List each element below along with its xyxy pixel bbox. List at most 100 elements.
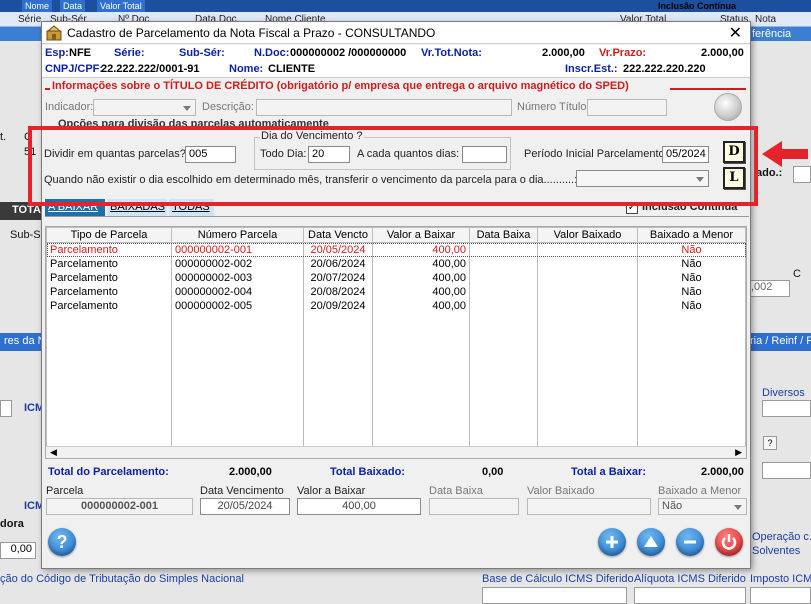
cell bbox=[469, 284, 538, 299]
bg-field[interactable] bbox=[762, 400, 811, 417]
descricao-field[interactable] bbox=[256, 99, 512, 116]
cell: Não bbox=[637, 256, 746, 271]
valor-baixar-field[interactable]: 400,00 bbox=[297, 498, 421, 515]
bg-tab-valor-total[interactable]: Valor Total bbox=[97, 0, 145, 12]
table-row[interactable]: Parcelamento 000000002-003 20/07/2024 40… bbox=[46, 270, 746, 285]
cnpj-value: 22.222.222/0001-91 bbox=[101, 63, 200, 75]
section-rule bbox=[45, 88, 50, 90]
bg-tab-nome[interactable]: Nome bbox=[22, 0, 53, 12]
col-tipo[interactable]: Tipo de Parcela bbox=[46, 227, 172, 243]
cell: Não bbox=[637, 298, 746, 313]
bg-tab-data[interactable]: Data bbox=[60, 0, 86, 12]
app-icon bbox=[46, 25, 62, 41]
bg-field[interactable]: ,002 bbox=[750, 280, 790, 297]
indicador-label: Indicador: bbox=[45, 101, 94, 113]
cell bbox=[469, 242, 538, 257]
table-row[interactable]: Parcelamento 000000002-001 20/05/2024 40… bbox=[46, 242, 746, 257]
delete-button[interactable] bbox=[676, 528, 704, 556]
plus-icon bbox=[606, 536, 618, 548]
bg-tab-right[interactable]: ria / Reinf / R bbox=[750, 333, 811, 351]
lookup-icon[interactable] bbox=[714, 93, 742, 121]
cell bbox=[537, 298, 638, 313]
inscr-label: Inscr.Est.: bbox=[565, 63, 618, 75]
doc-header-2: CNPJ/CPF: 22.222.222/0001-91 Nome: CLIEN… bbox=[42, 62, 750, 78]
edit-button[interactable] bbox=[637, 528, 665, 556]
dialog-title-bar[interactable]: Cadastro de Parcelamento da Nota Fiscal … bbox=[42, 22, 750, 44]
cell: Não bbox=[637, 242, 746, 257]
numero-titulo-field[interactable] bbox=[587, 99, 667, 116]
valor-baixado-field[interactable] bbox=[527, 498, 651, 515]
bg-field[interactable] bbox=[762, 462, 811, 479]
cell: 20/07/2024 bbox=[303, 270, 373, 285]
parcela-field[interactable]: 000000002-001 bbox=[46, 498, 193, 515]
col-numero[interactable]: Número Parcela bbox=[171, 227, 304, 243]
total-a-baixar-value: 2.000,00 bbox=[701, 466, 744, 478]
bg-right-label: C bbox=[793, 268, 801, 280]
col-valor-baixado[interactable]: Valor Baixado bbox=[537, 227, 638, 243]
cell: Parcelamento bbox=[46, 256, 172, 271]
bg-sidebar-tab[interactable]: res da N bbox=[0, 333, 46, 351]
scroll-right-icon[interactable]: ▶ bbox=[735, 447, 742, 458]
data-baixa-field[interactable] bbox=[429, 498, 519, 515]
total-parcelamento-value: 2.000,00 bbox=[229, 466, 272, 478]
bg-col: Série bbox=[18, 14, 42, 25]
bg-field[interactable] bbox=[793, 166, 811, 183]
cell: Parcelamento bbox=[46, 284, 172, 299]
baixado-menor-select[interactable]: Não bbox=[658, 498, 747, 515]
close-icon[interactable]: ✕ bbox=[729, 23, 742, 43]
parcelas-grid[interactable]: Tipo de Parcela Número Parcela Data Venc… bbox=[45, 226, 747, 459]
col-data-vencto[interactable]: Data Vencto bbox=[303, 227, 373, 243]
bg-right-label: ferência bbox=[752, 28, 792, 40]
parcela-label: Parcela bbox=[46, 485, 84, 497]
total-baixado-value: 0,00 bbox=[482, 466, 504, 478]
cell bbox=[537, 270, 638, 285]
bg-field[interactable] bbox=[750, 587, 811, 604]
horizontal-scrollbar[interactable]: ◀ ▶ bbox=[46, 446, 746, 458]
cell: 400,00 bbox=[372, 298, 470, 313]
triangle-up-icon bbox=[644, 536, 658, 547]
cell: Não bbox=[637, 284, 746, 299]
cell bbox=[469, 270, 538, 285]
data-baixa-label: Data Baixa bbox=[429, 485, 483, 497]
total-a-baixar-label: Total a Baixar: bbox=[571, 466, 646, 478]
add-button[interactable] bbox=[598, 528, 626, 556]
scroll-left-icon[interactable]: ◀ bbox=[50, 447, 57, 458]
bg-help-small[interactable]: ? bbox=[763, 436, 777, 450]
help-button[interactable]: ? bbox=[48, 528, 76, 556]
dialog-title: Cadastro de Parcelamento da Nota Fiscal … bbox=[67, 26, 436, 40]
table-row[interactable]: Parcelamento 000000002-002 20/06/2024 40… bbox=[46, 256, 746, 271]
bg-field[interactable] bbox=[0, 400, 12, 417]
bg-field[interactable] bbox=[634, 587, 746, 604]
cell: 000000002-003 bbox=[171, 270, 304, 285]
vrtot-value: 2.000,00 bbox=[542, 47, 585, 59]
bg-right-label: Operação c. bbox=[752, 531, 811, 543]
descricao-label: Descrição: bbox=[202, 101, 254, 113]
bg-col: Nota bbox=[755, 14, 777, 25]
valor-baixar-label: Valor a Baixar bbox=[297, 485, 366, 497]
annotation-highlight-box bbox=[28, 126, 758, 206]
bg-field[interactable] bbox=[482, 587, 627, 604]
cell bbox=[469, 298, 538, 313]
bg-field[interactable]: 0,00 bbox=[0, 542, 36, 559]
indicador-select[interactable] bbox=[93, 99, 196, 116]
vrprazo-label: Vr.Prazo: bbox=[599, 47, 647, 59]
table-row[interactable]: Parcelamento 000000002-005 20/09/2024 40… bbox=[46, 298, 746, 313]
col-data-baixa[interactable]: Data Baixa bbox=[469, 227, 538, 243]
data-venc-field[interactable]: 20/05/2024 bbox=[200, 498, 290, 515]
doc-header-1: Esp: NFE Série: Sub-Sér: N.Doc: 00000000… bbox=[42, 45, 750, 62]
power-icon bbox=[721, 534, 737, 550]
cell: 400,00 bbox=[372, 284, 470, 299]
col-valor-baixar[interactable]: Valor a Baixar bbox=[372, 227, 470, 243]
col-baixado-menor[interactable]: Baixado a Menor bbox=[637, 227, 746, 243]
nome-value: CLIENTE bbox=[268, 63, 316, 75]
table-row[interactable]: Parcelamento 000000002-004 20/08/2024 40… bbox=[46, 284, 746, 299]
cell bbox=[537, 256, 638, 271]
bg-left-label: Sub-S bbox=[10, 229, 41, 241]
cell: 000000002-002 bbox=[171, 256, 304, 271]
bg-right-label: ado.: bbox=[756, 167, 783, 179]
nome-label: Nome: bbox=[229, 63, 264, 75]
bg-bottom-label: Imposto ICMS bbox=[750, 573, 811, 585]
cell: 000000002-005 bbox=[171, 298, 304, 313]
cnpj-label: CNPJ/CPF: bbox=[45, 63, 104, 75]
exit-button[interactable] bbox=[715, 528, 743, 556]
